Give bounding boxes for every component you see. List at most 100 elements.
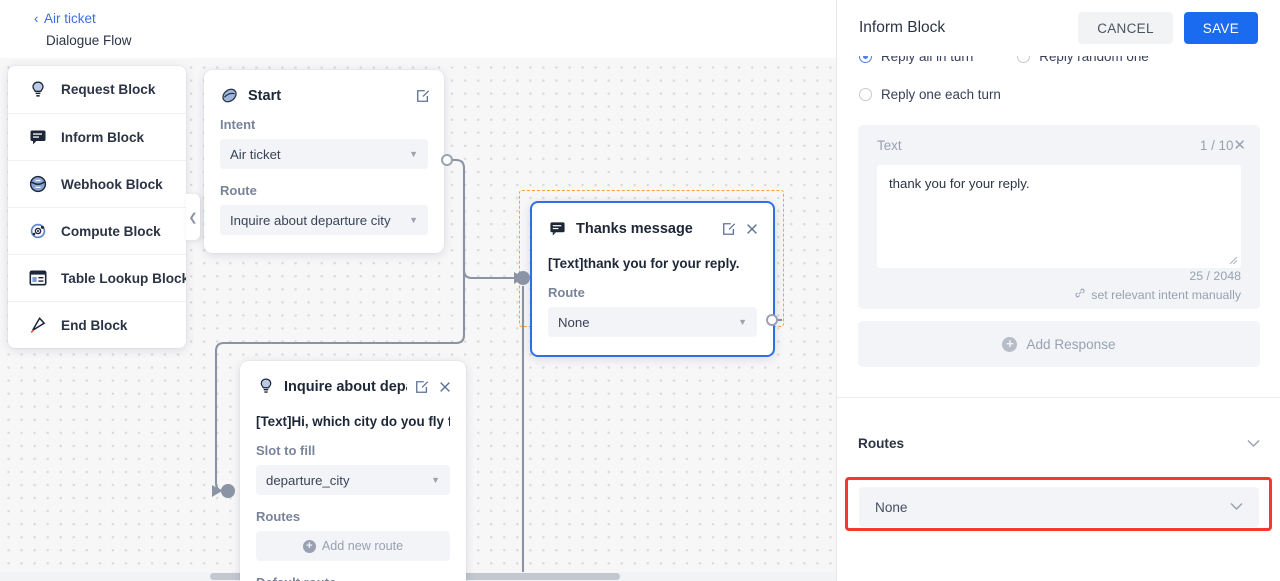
sidebar-item-end-block[interactable]: End Block <box>8 301 186 348</box>
slot-to-fill-select[interactable]: departure_city ▼ <box>256 465 450 495</box>
sidebar-item-request-block[interactable]: Request Block <box>8 66 186 113</box>
route-value: None <box>558 314 590 330</box>
plus-icon: + <box>302 539 316 553</box>
lightbulb-icon <box>27 79 49 101</box>
breadcrumb: ‹ Air ticket Dialogue Flow <box>0 0 836 58</box>
route-label: Route <box>548 285 585 300</box>
table-lookup-icon <box>27 267 49 289</box>
routes-title: Routes <box>858 436 905 451</box>
response-card: Text 1 / 10 ✕ thank you for your reply. … <box>858 125 1260 309</box>
intent-select[interactable]: Air ticket ▼ <box>220 139 428 169</box>
route-select-highlight-annotation <box>845 477 1272 531</box>
sidebar-item-label: Table Lookup Block <box>61 270 186 286</box>
node-actions <box>722 222 759 236</box>
palette-collapse-toggle[interactable]: ❮ <box>186 194 200 240</box>
panel-title: Inform Block <box>859 19 946 36</box>
set-relevant-intent-link[interactable]: set relevant intent manually <box>1074 287 1241 302</box>
speech-bubble-icon <box>548 219 567 238</box>
node-output-handle-start[interactable] <box>441 154 453 166</box>
chevron-down-icon: ▼ <box>409 149 418 159</box>
sidebar-item-compute-block[interactable]: Compute Block <box>8 207 186 254</box>
webhook-globe-icon <box>27 173 49 195</box>
response-card-header: Text 1 / 10 ✕ <box>858 125 1260 153</box>
sidebar-item-label: Inform Block <box>61 129 145 145</box>
response-text-value: thank you for your reply. <box>889 176 1030 191</box>
sidebar-item-webhook-block[interactable]: Webhook Block <box>8 160 186 207</box>
close-icon[interactable] <box>745 222 759 236</box>
chevron-down-icon[interactable] <box>1247 437 1260 451</box>
add-new-route-button[interactable]: + Add new route <box>256 531 450 561</box>
cancel-button[interactable]: CANCEL <box>1078 12 1173 44</box>
resize-handle[interactable] <box>1229 256 1238 265</box>
chevron-down-icon: ▼ <box>431 475 440 485</box>
section-divider <box>837 397 1280 398</box>
chevron-down-icon: ▼ <box>409 215 418 225</box>
node-body: [Text]Hi, which city do you fly f… Slot … <box>240 400 466 581</box>
radio-label: Reply one each turn <box>881 87 1001 102</box>
add-new-route-label: Add new route <box>321 539 404 553</box>
save-button[interactable]: SAVE <box>1183 12 1258 44</box>
flow-editor: ‹ Air ticket Dialogue Flow Start Intent … <box>0 0 836 581</box>
node-input-handle-inquire[interactable] <box>221 484 235 498</box>
start-icon <box>220 86 239 105</box>
sidebar-item-label: Compute Block <box>61 223 161 239</box>
route-value: Inquire about departure city <box>230 212 391 228</box>
node-input-handle-thanks[interactable] <box>516 271 530 285</box>
node-actions <box>415 380 452 394</box>
intent-label: Intent <box>220 117 256 132</box>
default-route-label: Default route <box>256 575 450 581</box>
sidebar-item-table-lookup-block[interactable]: Table Lookup Block <box>8 254 186 301</box>
end-flag-icon <box>27 314 49 336</box>
node-title: Thanks message <box>576 220 693 237</box>
speech-bubble-icon <box>27 126 49 148</box>
node-response-text: [Text]Hi, which city do you fly f… <box>256 414 450 429</box>
panel-header: Inform Block CANCEL SAVE <box>837 0 1280 56</box>
app-root: ‹ Air ticket Dialogue Flow Start Intent … <box>0 0 1280 581</box>
node-actions <box>416 89 430 103</box>
char-counter: 25 / 2048 <box>1189 269 1241 283</box>
routes-label: Routes <box>256 509 301 524</box>
reply-mode-row-bottom: Reply one each turn <box>859 87 1259 102</box>
flow-node-thanks-message[interactable]: Thanks message [Text]thank you for your … <box>530 201 775 357</box>
close-icon[interactable] <box>438 380 452 394</box>
route-select[interactable]: None ▼ <box>548 307 757 337</box>
node-header: Start <box>204 70 444 109</box>
routes-section-header[interactable]: Routes <box>858 436 1260 451</box>
sidebar-item-label: Webhook Block <box>61 176 163 192</box>
route-select[interactable]: Inquire about departure city ▼ <box>220 205 428 235</box>
radio-indicator <box>859 88 872 101</box>
node-body: Intent Air ticket ▼ Route Inquire about … <box>204 109 444 253</box>
sidebar-item-inform-block[interactable]: Inform Block <box>8 113 186 160</box>
node-response-text: [Text]thank you for your reply. <box>548 256 740 271</box>
page-title: Dialogue Flow <box>46 33 132 48</box>
chevron-left-icon: ‹ <box>34 11 39 26</box>
radio-reply-one-each-turn[interactable]: Reply one each turn <box>859 87 1001 102</box>
node-header: Inquire about depa… <box>240 361 466 400</box>
response-count-label: 1 / 10 <box>1199 138 1234 153</box>
chevron-down-icon: ▼ <box>738 317 747 327</box>
node-body: [Text]thank you for your reply. Route No… <box>532 242 773 355</box>
node-header: Thanks message <box>532 203 773 242</box>
close-icon[interactable]: ✕ <box>1233 138 1246 153</box>
compute-atom-icon <box>27 220 49 242</box>
block-palette: Request Block Inform Block Webhook Block… <box>8 66 186 348</box>
flow-node-inquire-departure[interactable]: Inquire about depa… <box>240 361 466 581</box>
edit-square-icon[interactable] <box>416 89 430 103</box>
node-title: Inquire about depa… <box>284 378 407 395</box>
edit-square-icon[interactable] <box>415 380 429 394</box>
edit-square-icon[interactable] <box>722 222 736 236</box>
breadcrumb-back-link[interactable]: Air ticket <box>44 11 96 26</box>
add-response-label: Add Response <box>1026 336 1116 352</box>
response-textarea[interactable]: thank you for your reply. <box>877 165 1241 268</box>
intent-value: Air ticket <box>230 146 281 162</box>
chevron-left-icon: ❮ <box>188 211 198 224</box>
slot-to-fill-value: departure_city <box>266 472 350 488</box>
flow-node-start[interactable]: Start Intent Air ticket ▼ Route Inquire … <box>204 70 444 253</box>
route-label: Route <box>220 183 257 198</box>
slot-to-fill-label: Slot to fill <box>256 443 316 458</box>
add-response-button[interactable]: + Add Response <box>858 321 1260 367</box>
sidebar-item-label: End Block <box>61 317 128 333</box>
sidebar-item-label: Request Block <box>61 82 156 97</box>
node-title: Start <box>248 87 282 104</box>
node-output-handle-thanks[interactable] <box>766 314 778 326</box>
